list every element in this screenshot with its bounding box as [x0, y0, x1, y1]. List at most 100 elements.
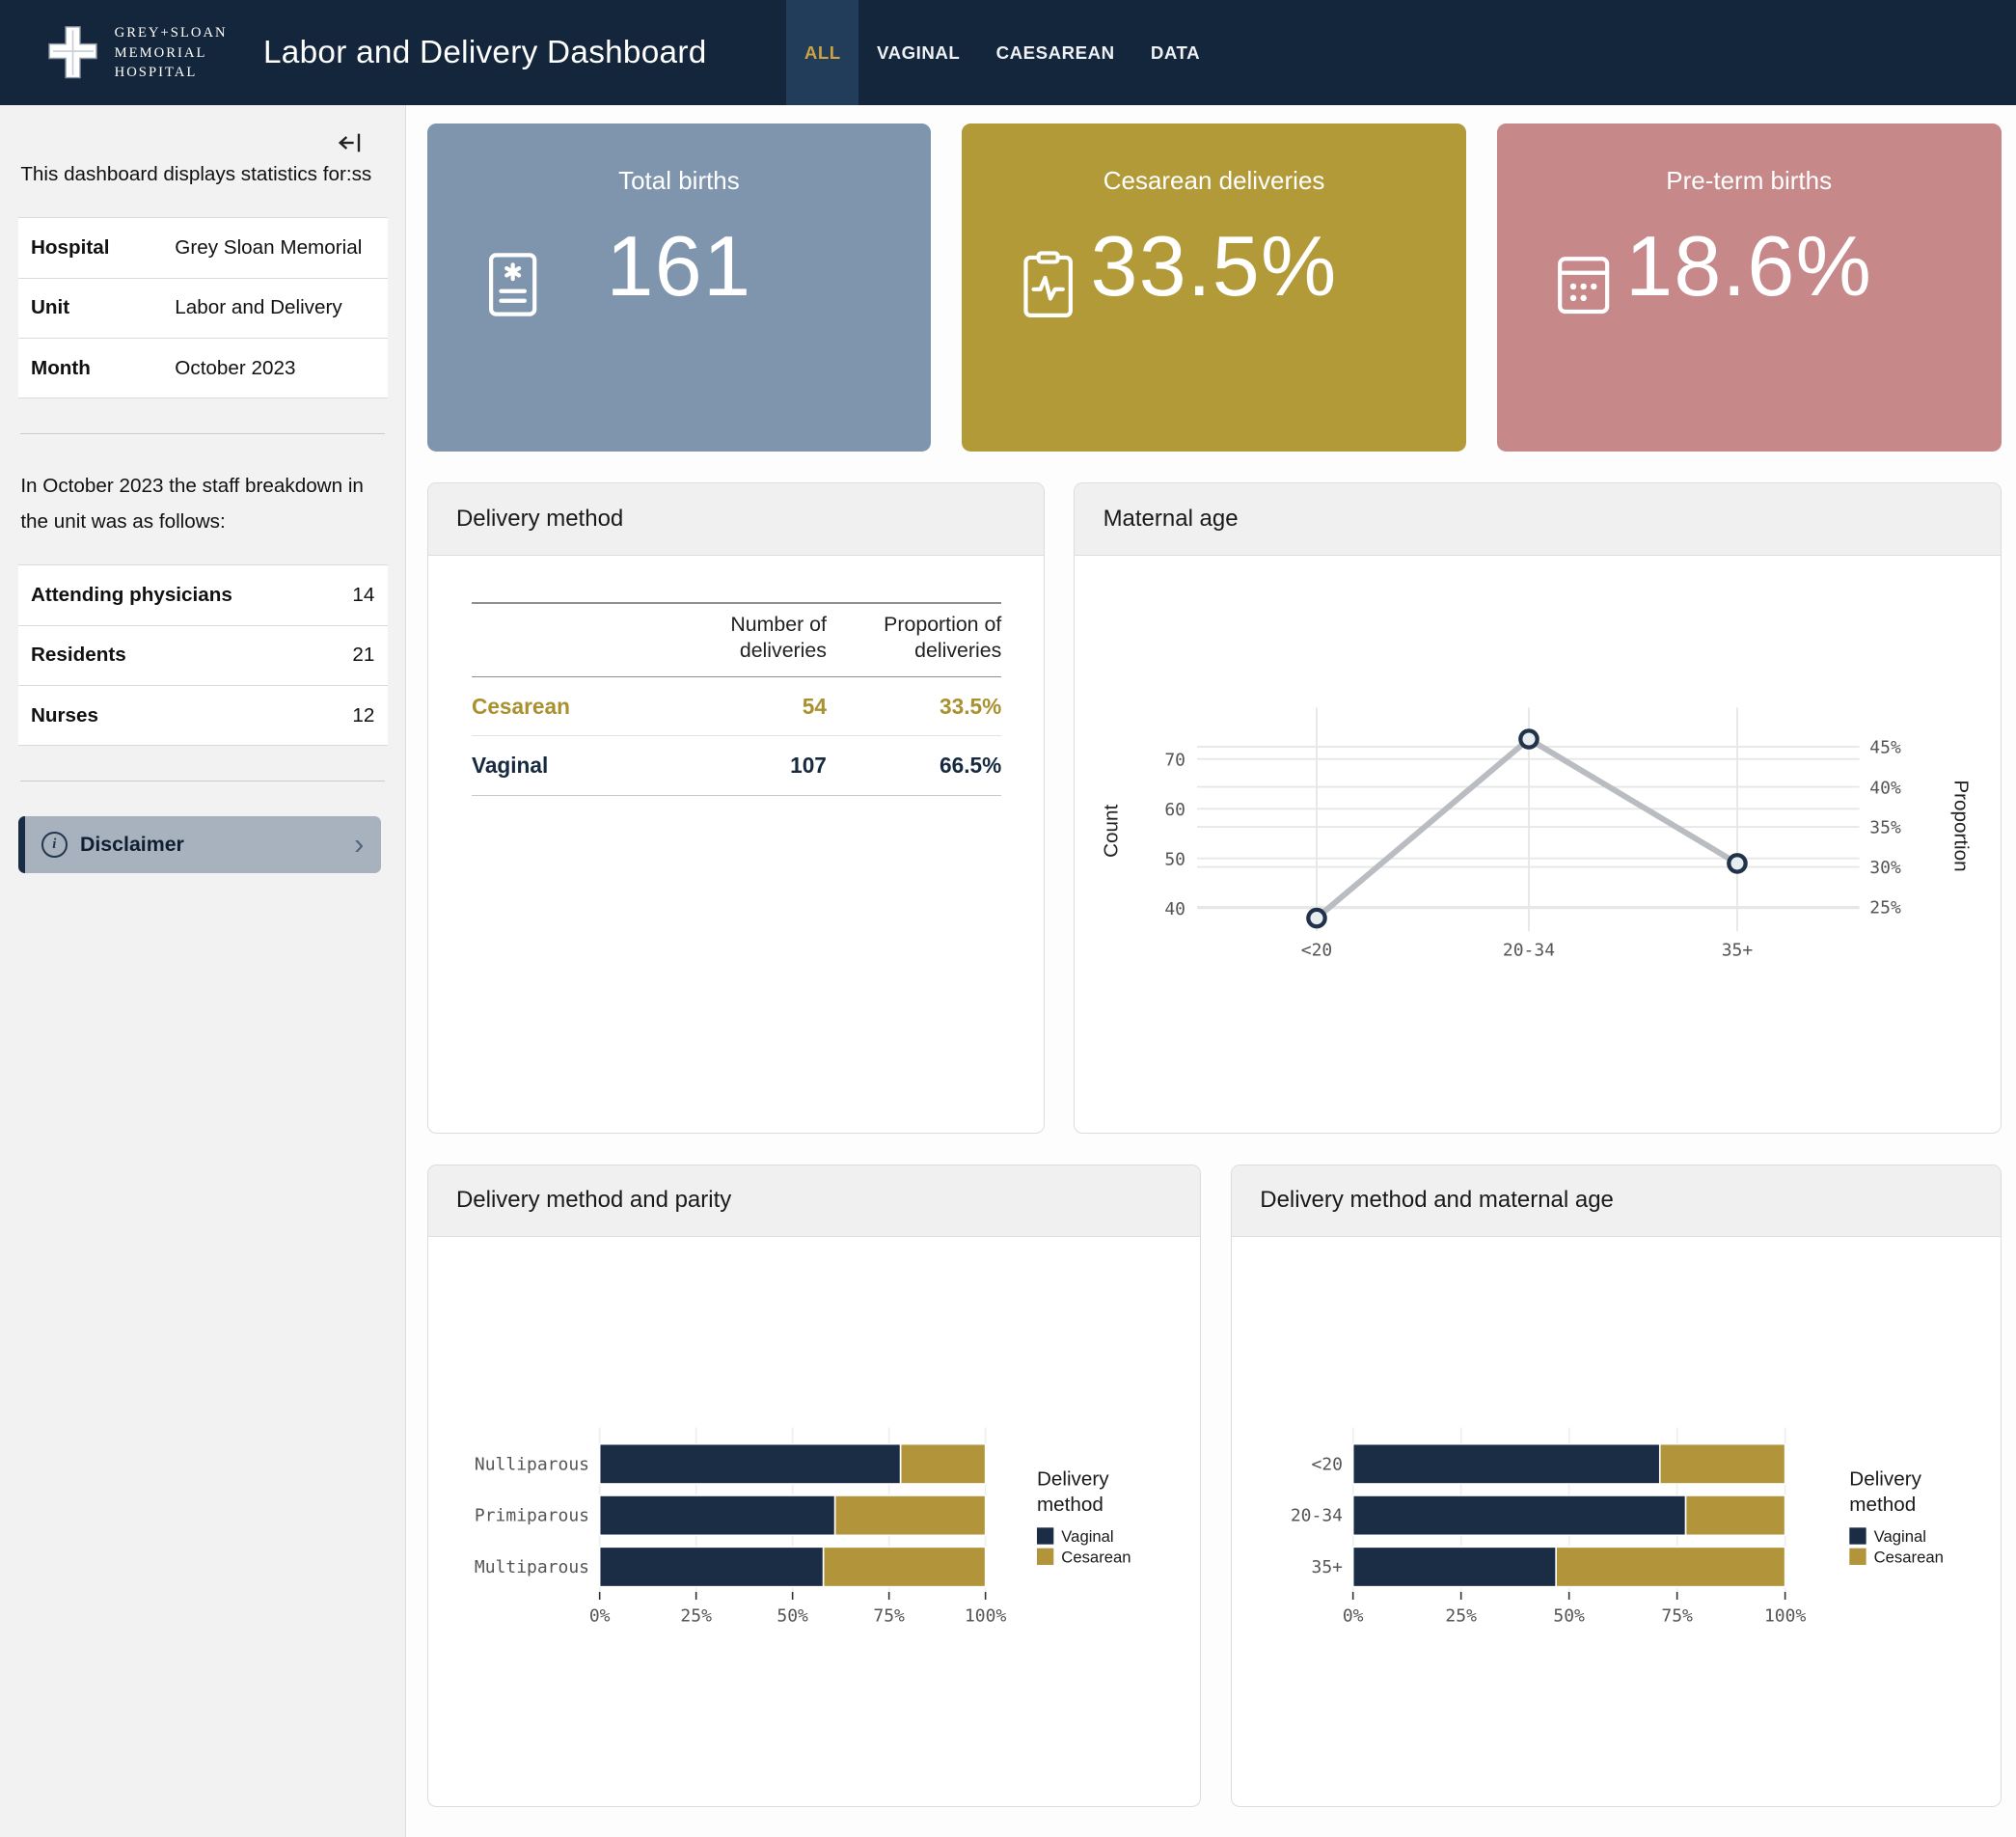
staff-table: Attending physicians 14 Residents 21 Nur…: [18, 564, 388, 746]
row-proportion: 33.5%: [827, 677, 1001, 736]
delivery-method-table: Number of deliveries Proportion of deliv…: [472, 602, 1001, 796]
disclaimer-accordion[interactable]: i Disclaimer ›: [18, 816, 381, 873]
parity-card: Delivery method and parity 0%25%50%75%10…: [427, 1165, 1202, 1808]
info-value: Labor and Delivery: [162, 278, 388, 338]
svg-text:<20: <20: [1311, 1455, 1342, 1475]
staff-label: Nurses: [18, 686, 323, 746]
column-header: Proportion of deliveries: [827, 603, 1001, 677]
svg-text:25%: 25%: [1445, 1606, 1477, 1627]
staff-intro-text: In October 2023 the staff breakdown in t…: [20, 469, 385, 538]
staff-value: 21: [323, 625, 388, 685]
svg-text:70: 70: [1165, 750, 1186, 770]
svg-text:25%: 25%: [1870, 897, 1902, 918]
svg-text:50: 50: [1165, 849, 1186, 869]
row-label: Vaginal: [472, 736, 665, 795]
svg-text:35+: 35+: [1722, 940, 1754, 960]
row-count: 107: [665, 736, 827, 795]
table-row: Residents 21: [18, 625, 388, 685]
value-box-preterm: Pre-term births 18.6%: [1497, 123, 2002, 452]
tab-caesarean[interactable]: CAESAREAN: [978, 0, 1132, 105]
hospital-name: GREY+SLOAN MEMORIAL HOSPITAL: [115, 23, 228, 82]
svg-text:50%: 50%: [776, 1606, 808, 1627]
main-nav: ALL VAGINAL CAESAREAN DATA: [786, 0, 1218, 105]
delivery-method-table-body: Number of deliveries Proportion of deliv…: [428, 602, 1044, 1134]
table-row: Unit Labor and Delivery: [18, 278, 388, 338]
svg-text:Vaginal: Vaginal: [1874, 1527, 1926, 1546]
sidebar-collapse-icon[interactable]: [338, 131, 362, 159]
value-box-title: Total births: [427, 166, 932, 196]
staff-value: 12: [323, 686, 388, 746]
table-row: Month October 2023: [18, 339, 388, 398]
svg-text:40%: 40%: [1870, 778, 1902, 798]
row-count: 54: [665, 677, 827, 736]
age-method-card: Delivery method and maternal age 0% 25% 50…: [1231, 1165, 2002, 1808]
info-icon: i: [41, 832, 68, 858]
card-title: Maternal age: [1075, 483, 2000, 556]
main-content: Total births 161 Cesarean deliveries: [408, 105, 2016, 1837]
svg-text:Proportion: Proportion: [1950, 780, 1973, 871]
info-value: October 2023: [162, 339, 388, 398]
hospital-info-table: Hospital Grey Sloan Memorial Unit Labor …: [18, 217, 388, 398]
sidebar: This dashboard displays statistics for:s…: [0, 105, 406, 1837]
dashboard-page: GREY+SLOAN MEMORIAL HOSPITAL Labor and D…: [0, 0, 2016, 1837]
svg-text:Cesarean: Cesarean: [1061, 1549, 1131, 1567]
svg-text:Delivery: Delivery: [1849, 1468, 1921, 1491]
svg-text:Count: Count: [1101, 804, 1123, 857]
tab-all[interactable]: ALL: [786, 0, 858, 105]
info-label: Month: [18, 339, 162, 398]
value-box-total-births: Total births 161: [427, 123, 932, 452]
card-title: Delivery method and parity: [428, 1165, 1201, 1238]
svg-text:75%: 75%: [1661, 1606, 1693, 1627]
svg-text:Multiparous: Multiparous: [475, 1557, 589, 1577]
svg-text:0%: 0%: [1343, 1606, 1364, 1627]
svg-text:50%: 50%: [1553, 1606, 1585, 1627]
svg-text:30%: 30%: [1870, 858, 1902, 878]
sidebar-intro-text: This dashboard displays statistics for:s…: [20, 157, 385, 192]
svg-text:35%: 35%: [1870, 817, 1902, 837]
svg-text:45%: 45%: [1870, 737, 1902, 757]
staff-label: Attending physicians: [18, 565, 323, 625]
svg-text:20-34: 20-34: [1291, 1506, 1343, 1526]
card-title: Delivery method and maternal age: [1232, 1165, 2001, 1238]
card-row-bottom: Delivery method and parity 0% 25% 50% 75% 10…: [427, 1165, 2002, 1808]
maternal-age-card: Maternal age 4050607025%30%35%40%45%<202…: [1074, 482, 2001, 1134]
sidebar-divider: [20, 433, 385, 434]
svg-text:60: 60: [1165, 800, 1186, 820]
maternal-age-line-chart: 4050607025%30%35%40%45%<2020-3435+CountP…: [1075, 556, 2000, 1134]
svg-text:Cesarean: Cesarean: [1874, 1549, 1944, 1567]
svg-text:100%: 100%: [965, 1606, 1006, 1627]
svg-text:Delivery: Delivery: [1037, 1468, 1109, 1491]
row-label: Cesarean: [472, 677, 665, 736]
svg-text:Vaginal: Vaginal: [1061, 1527, 1113, 1546]
disclaimer-label: Disclaimer: [80, 833, 184, 857]
info-value: Grey Sloan Memorial: [162, 218, 388, 278]
card-title: Delivery method: [428, 483, 1044, 556]
table-row: Cesarean 54 33.5%: [472, 677, 1001, 736]
svg-text:<20: <20: [1301, 940, 1332, 960]
table-row: Attending physicians 14: [18, 565, 388, 625]
parity-stacked-bar-chart: 0%25%50%75%100%NulliparousPrimiparousMul…: [428, 1237, 1201, 1807]
tab-data[interactable]: DATA: [1132, 0, 1218, 105]
tab-vaginal[interactable]: VAGINAL: [858, 0, 978, 105]
value-box-value: 18.6%: [1497, 217, 2002, 315]
page-title: Labor and Delivery Dashboard: [263, 35, 707, 71]
svg-text:method: method: [1037, 1494, 1103, 1516]
table-row: Vaginal 107 66.5%: [472, 736, 1001, 795]
age-stacked-bar-chart: 0%25%50%75%100%<2020-3435+Deliverymethod…: [1232, 1237, 2001, 1807]
value-box-value: 161: [427, 217, 932, 315]
chevron-right-icon: ›: [354, 830, 364, 860]
table-row: Nurses 12: [18, 686, 388, 746]
info-label: Unit: [18, 278, 162, 338]
svg-text:40: 40: [1165, 899, 1186, 919]
value-box-value: 33.5%: [962, 217, 1466, 315]
hospital-logo[interactable]: GREY+SLOAN MEMORIAL HOSPITAL: [46, 23, 228, 82]
value-box-row: Total births 161 Cesarean deliveries: [427, 123, 2002, 452]
svg-text:25%: 25%: [680, 1606, 712, 1627]
value-box-title: Cesarean deliveries: [962, 166, 1466, 196]
staff-label: Residents: [18, 625, 323, 685]
top-navbar: GREY+SLOAN MEMORIAL HOSPITAL Labor and D…: [0, 0, 2016, 105]
hospital-cross-icon: [46, 23, 100, 82]
svg-text:Nulliparous: Nulliparous: [475, 1455, 589, 1475]
svg-text:75%: 75%: [873, 1606, 905, 1627]
svg-text:method: method: [1849, 1494, 1916, 1516]
